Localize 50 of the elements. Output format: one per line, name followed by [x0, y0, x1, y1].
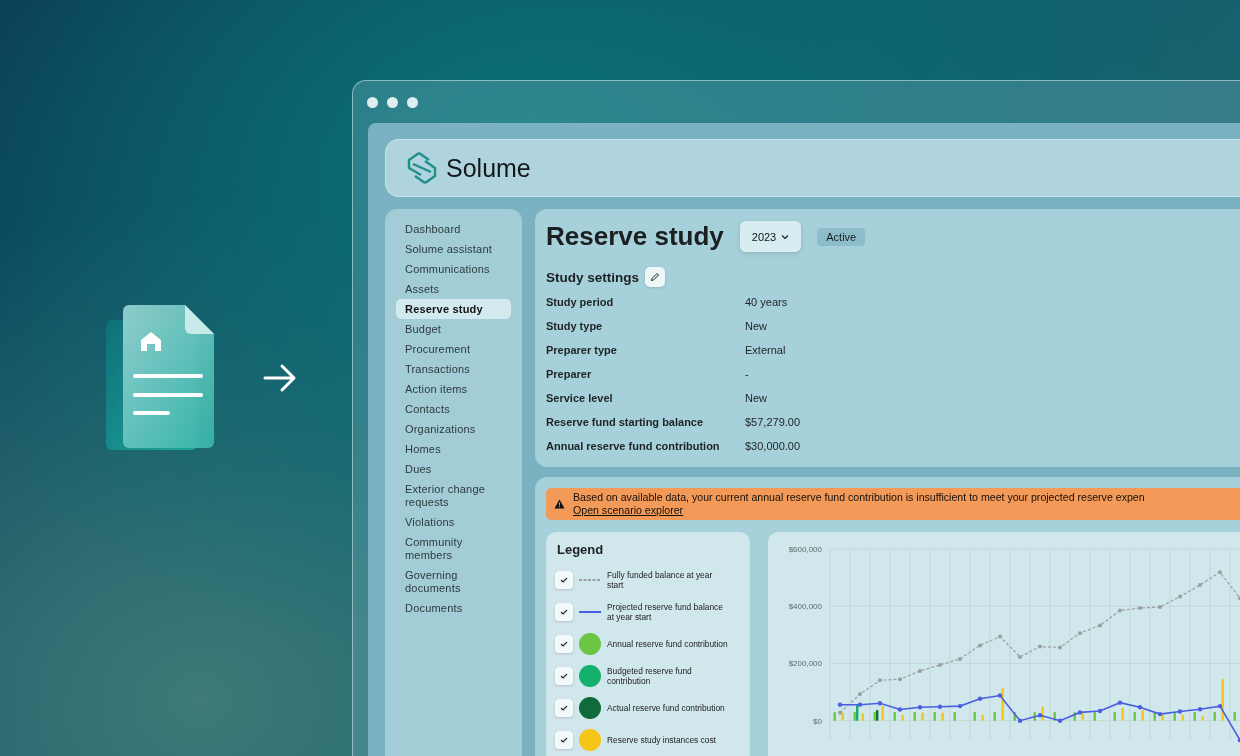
legend-title: Legend: [557, 542, 605, 557]
sidebar-item[interactable]: Budget: [396, 319, 511, 339]
sidebar-item[interactable]: Homes: [396, 439, 511, 459]
setting-value: $30,000.00: [745, 440, 802, 452]
axis-label: $0: [813, 716, 822, 726]
setting-label: Study type: [546, 320, 604, 332]
sidebar-item[interactable]: Contacts: [396, 399, 511, 419]
sidebar-item[interactable]: Dashboard: [396, 219, 511, 239]
warning-message: Based on available data, your current annual reserve fund contribution is insufficient to meet your projected reserve expen: [573, 491, 1145, 504]
sidebar-item[interactable]: Governing documents: [396, 565, 511, 598]
setting-label: Reserve fund starting balance: [546, 416, 705, 428]
status-badge: Active: [817, 227, 866, 246]
setting-label: Service level: [546, 392, 614, 404]
setting-value: $57,279.00: [745, 416, 802, 428]
setting-value: New: [745, 392, 768, 404]
sidebar-item[interactable]: Organizations: [396, 419, 511, 439]
sidebar-item[interactable]: Action items: [396, 379, 511, 399]
sidebar-item[interactable]: Transactions: [396, 359, 511, 379]
year-dropdown[interactable]: 2023: [739, 221, 802, 252]
legend-label: Projected reserve fund balance at year start: [607, 602, 724, 622]
sidebar-item[interactable]: Reserve study: [396, 299, 511, 319]
setting-label: Study period: [546, 296, 615, 308]
setting-label: Annual reserve fund contribution: [546, 440, 721, 452]
scenario-explorer-link[interactable]: Open scenario explorer: [573, 504, 684, 517]
legend-label: Actual reserve fund contribution: [607, 703, 725, 713]
sidebar-item[interactable]: Documents: [396, 598, 511, 618]
page-title: Reserve study: [546, 221, 724, 252]
setting-label: Preparer: [546, 368, 593, 380]
setting-value: New: [745, 320, 768, 332]
axis-label: $200,000: [788, 659, 822, 669]
setting-value: -: [745, 368, 750, 380]
axis-label: $400,000: [788, 602, 822, 612]
legend-label: Annual reserve fund contribution: [607, 639, 728, 649]
sidebar-item[interactable]: Procurement: [396, 339, 511, 359]
app-name: Solume: [446, 153, 531, 183]
sidebar-item[interactable]: Communications: [396, 259, 511, 279]
sidebar-item[interactable]: Exterior change requests: [396, 479, 511, 512]
sidebar-item[interactable]: Community members: [396, 532, 511, 565]
section-title: Study settings: [546, 269, 639, 285]
setting-value: 40 years: [745, 296, 789, 308]
legend-label: Reserve study instances cost: [607, 735, 716, 745]
axis-label: $600,000: [788, 545, 822, 554]
setting-label: Preparer type: [546, 344, 618, 356]
sidebar-item[interactable]: Assets: [396, 279, 511, 299]
legend-label: Fully funded balance at year start: [607, 570, 714, 590]
setting-value: External: [745, 344, 787, 356]
sidebar-item[interactable]: Dues: [396, 459, 511, 479]
sidebar-item[interactable]: Violations: [396, 512, 511, 532]
legend-label: Budgeted reserve fund contribution: [607, 666, 693, 686]
sidebar-item[interactable]: Solume assistant: [396, 239, 511, 259]
